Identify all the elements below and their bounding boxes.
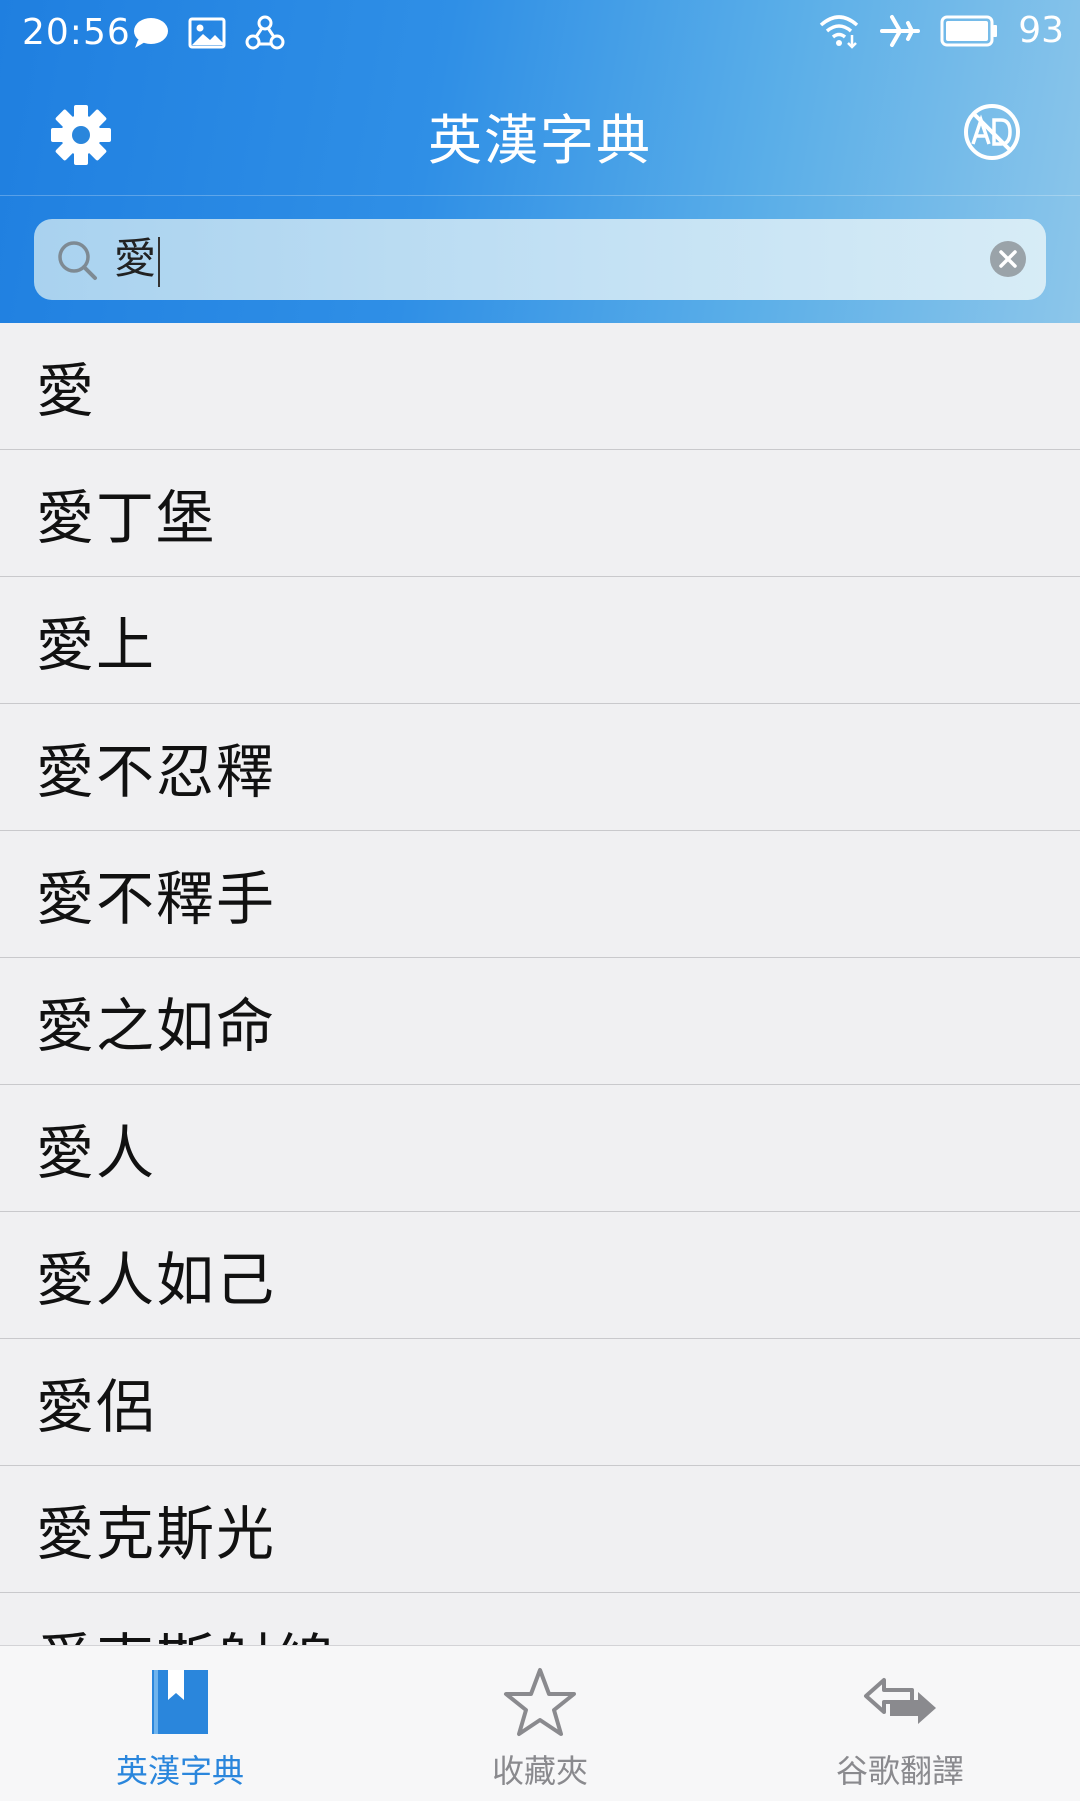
list-item[interactable]: 愛人如己	[0, 1212, 1080, 1339]
battery-percent: 93	[1018, 10, 1064, 51]
title-bar: 英漢字典	[0, 66, 1080, 196]
swap-arrows-icon	[864, 1678, 936, 1724]
status-system-icons: 93	[818, 10, 1064, 51]
airplane-icon	[880, 14, 921, 47]
no-ad-icon	[964, 104, 1020, 160]
link-icon	[245, 15, 285, 50]
search-input[interactable]: 愛	[34, 219, 1046, 300]
tab-google-translate[interactable]: 谷歌翻譯	[720, 1646, 1080, 1801]
status-time: 20:56	[22, 12, 131, 53]
search-value: 愛	[114, 231, 161, 287]
list-item[interactable]: 愛上	[0, 577, 1080, 704]
list-item[interactable]: 愛克斯射線	[0, 1593, 1080, 1645]
list-item[interactable]: 愛不忍釋	[0, 704, 1080, 831]
star-icon	[504, 1668, 576, 1736]
chat-bubble-icon	[134, 18, 168, 48]
list-item[interactable]: 愛侶	[0, 1339, 1080, 1466]
search-icon	[58, 241, 97, 280]
status-bar: 20:56 93	[0, 0, 1080, 66]
tab-google-translate-label: 谷歌翻譯	[835, 1752, 964, 1790]
tab-favorites-label: 收藏夾	[491, 1752, 588, 1790]
tab-dictionary-label: 英漢字典	[115, 1752, 244, 1790]
header-area: 20:56 93 英漢字典 愛	[0, 0, 1080, 323]
list-item[interactable]: 愛不釋手	[0, 831, 1080, 958]
wifi-icon	[820, 14, 859, 49]
list-item[interactable]: 愛克斯光	[0, 1466, 1080, 1593]
list-item[interactable]: 愛	[0, 323, 1080, 450]
image-icon	[188, 17, 226, 49]
page-title: 英漢字典	[428, 109, 652, 172]
list-item[interactable]: 愛人	[0, 1085, 1080, 1212]
remove-ads-button[interactable]	[962, 102, 1028, 168]
header-divider	[0, 195, 1080, 196]
tab-dictionary[interactable]: 英漢字典	[0, 1646, 360, 1801]
bottom-tab-bar: 英漢字典 收藏夾 谷歌翻譯	[0, 1645, 1080, 1801]
status-notification-icons	[132, 14, 286, 52]
dictionary-book-icon	[152, 1670, 208, 1734]
list-item[interactable]: 愛丁堡	[0, 450, 1080, 577]
results-list: 愛 愛丁堡 愛上 愛不忍釋 愛不釋手 愛之如命 愛人 愛人如己 愛侶 愛克斯光 …	[0, 323, 1080, 1645]
clear-icon[interactable]	[988, 239, 1028, 279]
text-caret	[158, 236, 161, 287]
tab-favorites[interactable]: 收藏夾	[360, 1646, 720, 1801]
list-item[interactable]: 愛之如命	[0, 958, 1080, 1085]
battery-icon	[940, 15, 998, 46]
